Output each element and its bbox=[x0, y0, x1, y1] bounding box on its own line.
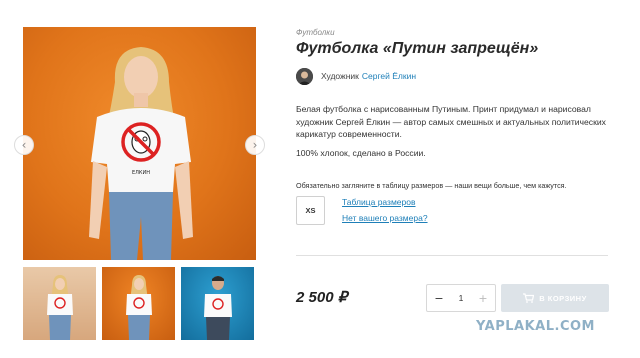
thumbnail-3[interactable] bbox=[181, 267, 254, 340]
artist-name-link[interactable]: Сергей Ёлкин bbox=[362, 71, 416, 81]
add-to-cart-label: В КОРЗИНУ bbox=[539, 293, 587, 303]
no-size-link[interactable]: Нет вашего размера? bbox=[342, 213, 428, 223]
thumbnail-1[interactable] bbox=[23, 267, 96, 340]
size-table-link[interactable]: Таблица размеров bbox=[342, 197, 416, 207]
product-price: 2 500 ₽ bbox=[296, 289, 348, 306]
gallery-next-button[interactable]: › bbox=[245, 135, 265, 155]
product-description: Белая футболка с нарисованным Путиным. П… bbox=[296, 104, 606, 139]
chevron-right-icon: › bbox=[252, 138, 258, 152]
chevron-left-icon: ‹ bbox=[21, 138, 27, 152]
artist-label: Художник bbox=[321, 71, 359, 81]
gallery-thumbnails bbox=[23, 267, 256, 340]
product-title: Футболка «Путин запрещён» bbox=[296, 40, 539, 57]
artist-avatar[interactable] bbox=[296, 67, 313, 85]
divider bbox=[296, 255, 608, 256]
product-material: 100% хлопок, сделано в России. bbox=[296, 148, 426, 158]
artist-row: Художник Сергей Ёлкин bbox=[296, 67, 416, 85]
qty-decrease-button[interactable]: − bbox=[433, 292, 445, 305]
breadcrumb-category[interactable]: Футболки bbox=[296, 28, 335, 37]
quantity-stepper: − 1 + bbox=[426, 284, 496, 312]
qty-value[interactable]: 1 bbox=[459, 293, 464, 303]
add-to-cart-button[interactable]: В КОРЗИНУ bbox=[501, 284, 609, 312]
gallery-prev-button[interactable]: ‹ bbox=[14, 135, 34, 155]
svg-text:ЕЛКИН: ЕЛКИН bbox=[132, 170, 150, 176]
product-main-image[interactable]: ЕЛКИН bbox=[23, 27, 256, 260]
thumbnail-2[interactable] bbox=[102, 267, 175, 340]
model-photo: ЕЛКИН bbox=[89, 47, 193, 260]
watermark: YAPLAKAL.COM bbox=[476, 319, 595, 334]
size-option-xs[interactable]: XS bbox=[296, 196, 325, 225]
qty-increase-button[interactable]: + bbox=[477, 292, 489, 305]
cart-icon bbox=[523, 293, 535, 303]
size-note: Обязательно загляните в таблицу размеров… bbox=[296, 181, 567, 190]
